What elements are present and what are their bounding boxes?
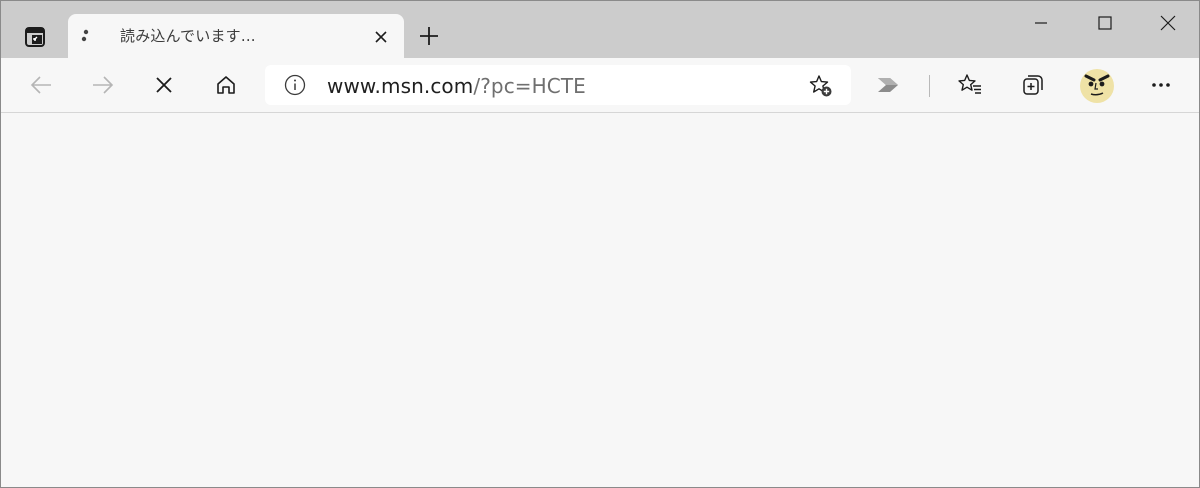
add-favorite-button[interactable]: [808, 73, 834, 99]
avatar[interactable]: [1080, 69, 1114, 103]
back-button[interactable]: [23, 67, 59, 103]
site-info-button[interactable]: [284, 74, 306, 96]
stop-loading-button[interactable]: [146, 67, 182, 103]
navigation-toolbar: www.msn.com/?pc=HCTE: [1, 58, 1199, 113]
collections-icon: [1023, 75, 1043, 95]
home-icon: [217, 76, 235, 94]
forward-button[interactable]: [85, 67, 121, 103]
url-path: /?pc=HCTE: [473, 74, 586, 98]
new-tab-button[interactable]: [415, 22, 443, 50]
maximize-button[interactable]: [1073, 1, 1137, 45]
arrow-right-icon: [93, 76, 114, 94]
page-content-area: [1, 113, 1199, 487]
tab-strip: 読み込んでいます...: [1, 1, 1199, 58]
plus-icon: [420, 27, 438, 45]
tab-title: 読み込んでいます...: [120, 27, 256, 45]
close-icon: [1160, 15, 1176, 31]
window-close-button[interactable]: [1136, 1, 1199, 45]
arrow-left-icon: [30, 76, 51, 94]
profile-face-icon: [1084, 74, 1110, 96]
favorites-button[interactable]: [952, 67, 988, 103]
more-button[interactable]: [1143, 67, 1179, 103]
tab-actions-icon: [25, 27, 45, 47]
minimize-icon: [1035, 22, 1047, 24]
home-button[interactable]: [208, 67, 244, 103]
chevron-extension-icon: [878, 78, 898, 92]
info-icon: [284, 74, 306, 96]
toolbar-divider: [929, 75, 930, 97]
browser-window: 読み込んでいます... www.msn.com/?pc=HCTE: [0, 0, 1200, 488]
url-host: www.msn.com: [327, 74, 474, 98]
more-icon: [1152, 83, 1170, 87]
loading-spinner-icon: [81, 29, 89, 42]
tab-close-button[interactable]: [370, 26, 392, 48]
minimize-button[interactable]: [1009, 1, 1073, 45]
active-tab[interactable]: 読み込んでいます...: [68, 14, 404, 58]
address-bar[interactable]: www.msn.com/?pc=HCTE: [265, 65, 851, 105]
maximize-icon: [1098, 16, 1112, 30]
star-add-icon: [809, 75, 832, 97]
stop-icon: [156, 77, 172, 93]
url-text[interactable]: www.msn.com/?pc=HCTE: [327, 74, 586, 98]
close-icon: [375, 31, 387, 43]
collections-button[interactable]: [1015, 67, 1051, 103]
extension-button[interactable]: [871, 67, 907, 103]
tab-actions-button[interactable]: [21, 23, 49, 51]
favorites-list-icon: [958, 74, 981, 94]
